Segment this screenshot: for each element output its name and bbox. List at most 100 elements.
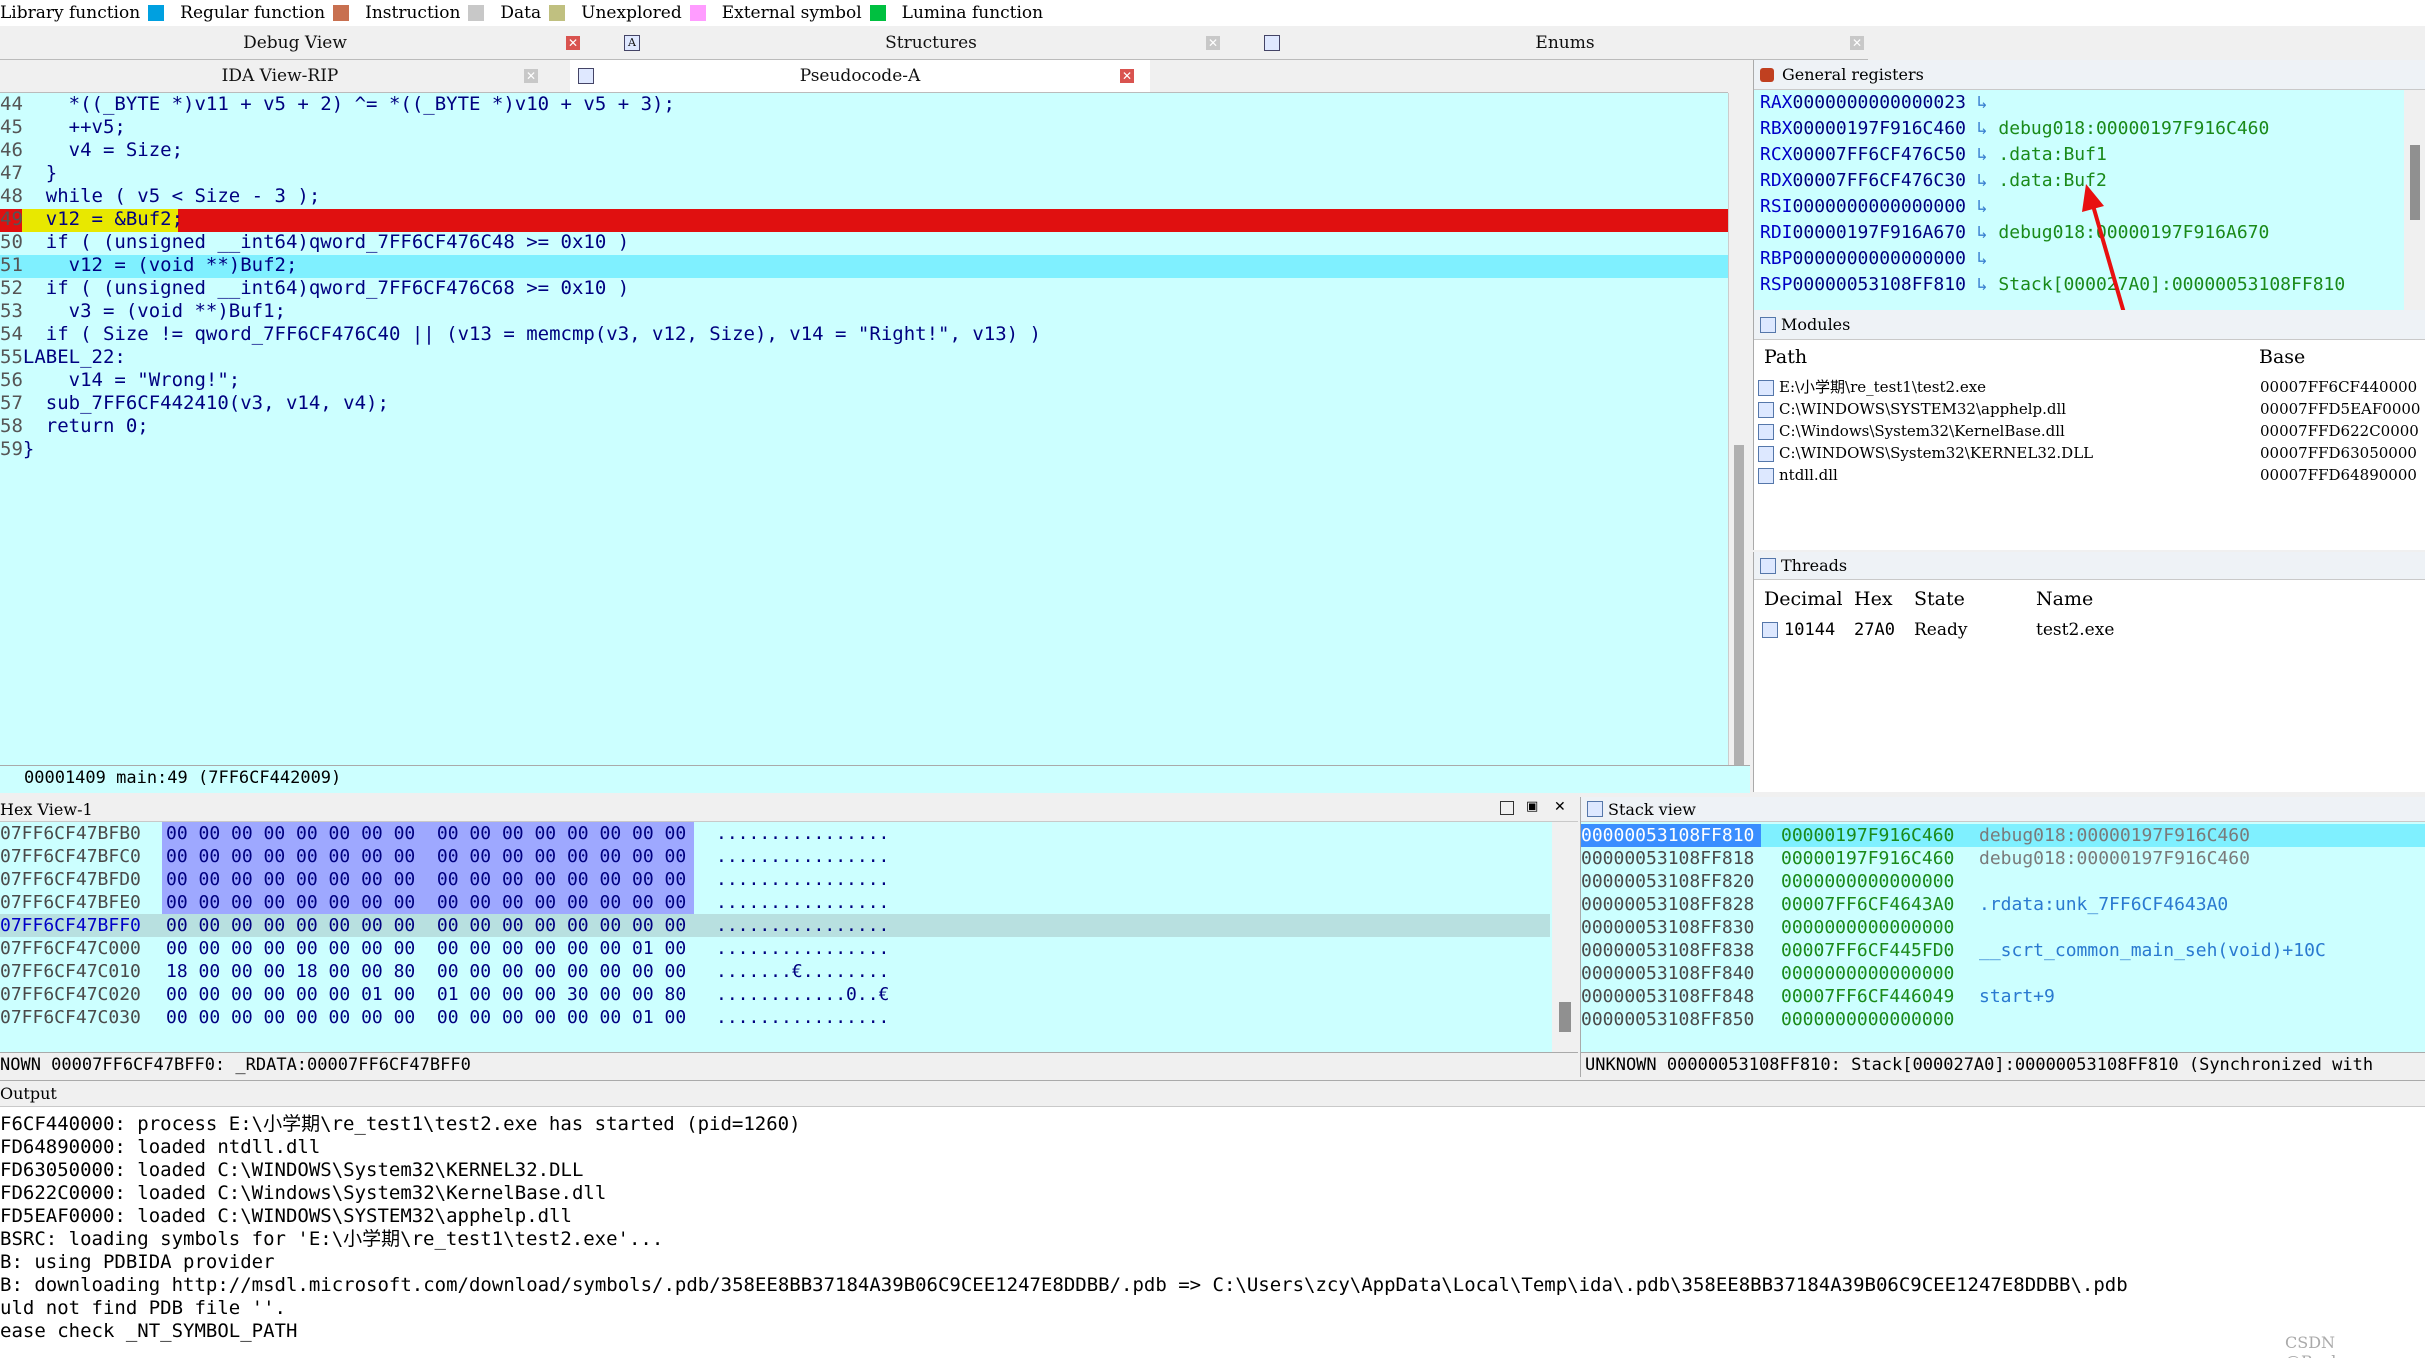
hex-row[interactable]: 07FF6CF47C020 00 00 00 00 00 00 01 00 01 … (0, 983, 889, 1006)
code-line[interactable]: 56 v14 = "Wrong!"; (0, 369, 1728, 392)
stack-ref[interactable]: __scrt_common_main_seh(void)+10C (1979, 939, 2326, 962)
module-row[interactable]: C:\Windows\System32\KernelBase.dll 00007F… (1758, 420, 2422, 442)
column-header-hex[interactable]: Hex (1854, 588, 1893, 610)
scrollbar-thumb[interactable] (1559, 1002, 1571, 1032)
register-row[interactable]: RAX0000000000000023 ↳ (1760, 90, 1998, 116)
pseudocode-view[interactable]: 44 *((_BYTE *)v11 + v5 + 2) ^= *((_BYTE … (0, 93, 1728, 765)
register-name: RBX (1760, 118, 1793, 139)
register-row[interactable]: RBX00000197F916C460 ↳ debug018:00000197F… (1760, 116, 2269, 142)
close-icon[interactable]: ✕ (524, 69, 538, 83)
stack-row[interactable]: 00000053108FF810 00000197F916C460 debug018… (1581, 824, 2250, 847)
code-text: sub_7FF6CF442410(v3, v14, v4); (22, 392, 389, 414)
register-name: RCX (1760, 144, 1793, 165)
register-ref[interactable]: debug018:00000197F916C460 (1998, 118, 2269, 139)
tab-pseudocode[interactable]: Pseudocode-A ✕ (570, 60, 1150, 92)
code-line[interactable]: 48 while ( v5 < Size - 3 ); (0, 185, 1728, 208)
column-header-decimal[interactable]: Decimal (1764, 588, 1843, 610)
module-row[interactable]: ntdll.dll 00007FFD64890000 (1758, 464, 2422, 486)
close-icon[interactable]: ✕ (1120, 69, 1134, 83)
stack-ref[interactable]: .rdata:unk_7FF6CF4643A0 (1979, 893, 2228, 916)
thread-row[interactable]: 10144 27A0 Ready test2.exe (1758, 618, 2418, 642)
code-line[interactable]: 54 if ( Size != qword_7FF6CF476C40 || (v… (0, 323, 1728, 346)
code-line[interactable]: 51 v12 = (void **)Buf2; (0, 254, 1728, 277)
column-header-state[interactable]: State (1914, 588, 1965, 610)
register-row[interactable]: RCX00007FF6CF476C50 ↳ .data:Buf1 (1760, 142, 2107, 168)
hex-row[interactable]: 07FF6CF47C030 00 00 00 00 00 00 00 00 00 … (0, 1006, 889, 1029)
register-row[interactable]: RBP0000000000000000 ↳ (1760, 246, 1998, 272)
tab-enums[interactable]: Enums ✕ (1262, 26, 1868, 59)
close-icon[interactable]: ✕ (1850, 35, 1864, 50)
code-line[interactable]: 59} (0, 438, 1728, 461)
code-line[interactable]: 50 if ( (unsigned __int64)qword_7FF6CF47… (0, 231, 1728, 254)
close-icon[interactable]: ✕ (1206, 35, 1220, 50)
float-icon[interactable]: ▣ (1526, 799, 1538, 814)
tab-debug-view[interactable]: Debug View ✕ (0, 26, 590, 59)
stack-row[interactable]: 00000053108FF850 0000000000000000 (1581, 1008, 1954, 1031)
code-line[interactable]: 49 v12 = &Buf2; (0, 208, 1728, 231)
scrollbar-thumb[interactable] (1734, 445, 1744, 765)
stack-row[interactable]: 00000053108FF838 00007FF6CF445FD0 __scrt_c… (1581, 939, 2326, 962)
code-line[interactable]: 44 *((_BYTE *)v11 + v5 + 2) ^= *((_BYTE … (0, 93, 1728, 116)
hex-row[interactable]: 07FF6CF47BFE0 00 00 00 00 00 00 00 00 00 … (0, 891, 889, 914)
stack-value: 00000197F916C460 (1781, 825, 1955, 846)
line-number: 55 (0, 346, 23, 368)
hex-row[interactable]: 07FF6CF47C000 00 00 00 00 00 00 00 00 00 … (0, 937, 889, 960)
code-scrollbar[interactable] (1728, 93, 1750, 765)
hex-row[interactable]: 07FF6CF47BFD0 00 00 00 00 00 00 00 00 00 … (0, 868, 889, 891)
stack-row[interactable]: 00000053108FF820 0000000000000000 (1581, 870, 1954, 893)
hex-row[interactable]: 07FF6CF47C010 18 00 00 00 18 00 00 80 00 … (0, 960, 889, 983)
register-ref[interactable]: .data:Buf1 (1998, 144, 2106, 165)
code-line[interactable]: 52 if ( (unsigned __int64)qword_7FF6CF47… (0, 277, 1728, 300)
column-header-name[interactable]: Name (2036, 588, 2093, 610)
hex-address: 07FF6CF47C020 (0, 984, 141, 1005)
register-value: 0000000000000000 (1792, 196, 1966, 217)
stack-row[interactable]: 00000053108FF818 00000197F916C460 debug018… (1581, 847, 2250, 870)
legend-label: Unexplored (581, 3, 682, 23)
legend-item: Regular function (180, 3, 357, 23)
modules-title-bar: Modules (1754, 310, 2425, 340)
module-row[interactable]: C:\WINDOWS\System32\KERNEL32.DLL 00007FFD… (1758, 442, 2422, 464)
column-header-base[interactable]: Base (2259, 346, 2305, 368)
register-row[interactable]: RSP00000053108FF810 ↳ Stack[000027A0]:00… (1760, 272, 2345, 298)
register-row[interactable]: RDI00000197F916A670 ↳ debug018:00000197F… (1760, 220, 2269, 246)
close-icon[interactable]: ✕ (566, 35, 580, 50)
module-row[interactable]: E:\小学期\re_test1\test2.exe 00007FF6CF44000… (1758, 376, 2422, 398)
code-text: v12 = (void **)Buf2; (22, 254, 298, 276)
column-header-path[interactable]: Path (1764, 346, 1807, 368)
maximize-icon[interactable] (1500, 801, 1514, 815)
scrollbar-thumb[interactable] (2410, 145, 2420, 220)
register-row[interactable]: RDX00007FF6CF476C30 ↳ .data:Buf2 (1760, 168, 2107, 194)
stack-row[interactable]: 00000053108FF830 0000000000000000 (1581, 916, 1954, 939)
tab-ida-view[interactable]: IDA View-RIP ✕ (0, 60, 560, 92)
code-line[interactable]: 46 v4 = Size; (0, 139, 1728, 162)
code-line[interactable]: 53 v3 = (void **)Buf1; (0, 300, 1728, 323)
hex-row[interactable]: 07FF6CF47BFF0 00 00 00 00 00 00 00 00 00 … (0, 914, 889, 937)
tab-structures[interactable]: A Structures ✕ (620, 26, 1242, 59)
hex-row[interactable]: 07FF6CF47BFB0 00 00 00 00 00 00 00 00 00 … (0, 822, 889, 845)
hex-ascii: ................ (716, 1007, 890, 1028)
stack-row[interactable]: 00000053108FF828 00007FF6CF4643A0 .rdata:u… (1581, 893, 2228, 916)
stack-row[interactable]: 00000053108FF848 00007FF6CF446049 start+9 (1581, 985, 2055, 1008)
code-line[interactable]: 55LABEL_22: (0, 346, 1728, 369)
code-line[interactable]: 57 sub_7FF6CF442410(v3, v14, v4); (0, 392, 1728, 415)
line-number: 52 (0, 277, 23, 299)
hex-row[interactable]: 07FF6CF47BFC0 00 00 00 00 00 00 00 00 00 … (0, 845, 889, 868)
stack-ref[interactable]: debug018:00000197F916C460 (1979, 847, 2250, 870)
stack-ref[interactable]: start+9 (1979, 985, 2055, 1008)
output-line: ease check _NT_SYMBOL_PATH (0, 1320, 298, 1342)
hex-scrollbar[interactable] (1552, 822, 1578, 1052)
stack-address: 00000053108FF810 (1581, 825, 1755, 846)
stack-ref[interactable]: debug018:00000197F916C460 (1979, 824, 2250, 847)
close-icon[interactable]: ✕ (1554, 799, 1566, 815)
register-row[interactable]: RSI0000000000000000 ↳ (1760, 194, 1998, 220)
code-line[interactable]: 45 ++v5; (0, 116, 1728, 139)
register-ref[interactable]: Stack[000027A0]:00000053108FF810 (1998, 274, 2345, 295)
module-row[interactable]: C:\WINDOWS\SYSTEM32\apphelp.dll 00007FFD5… (1758, 398, 2422, 420)
stack-row[interactable]: 00000053108FF840 0000000000000000 (1581, 962, 1954, 985)
code-text: ++v5; (22, 116, 126, 138)
code-line[interactable]: 58 return 0; (0, 415, 1728, 438)
registers-scrollbar[interactable] (2404, 90, 2425, 310)
module-path: C:\WINDOWS\SYSTEM32\apphelp.dll (1779, 400, 2067, 418)
code-text: v14 = "Wrong!"; (22, 369, 241, 391)
code-line[interactable]: 47 } (0, 162, 1728, 185)
